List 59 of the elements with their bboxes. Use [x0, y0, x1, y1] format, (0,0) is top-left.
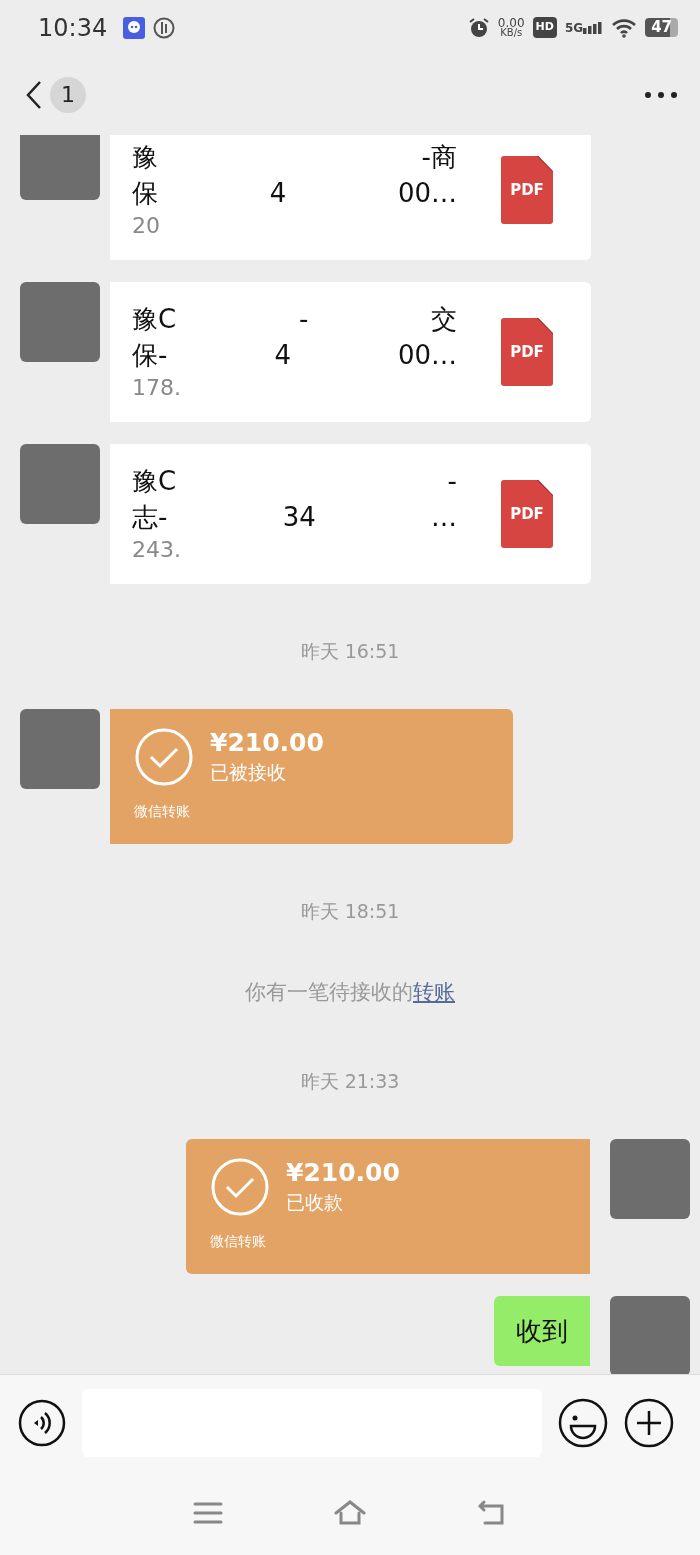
file-size: 178.	[132, 374, 182, 402]
file-name-fragment: -商	[421, 141, 457, 174]
file-name-fragment: 豫	[132, 141, 158, 174]
file-name-fragment: -	[447, 465, 457, 498]
check-circle-icon	[210, 1157, 270, 1217]
battery-level: 47	[645, 18, 678, 37]
file-name-fragment: 志-	[132, 501, 168, 534]
back-button[interactable]	[26, 80, 42, 110]
file-name-fragment: 保	[132, 177, 158, 210]
system-notice: 你有一笔待接收的转账	[245, 980, 455, 1004]
status-time: 10:34	[38, 12, 108, 44]
timestamp: 昨天 16:51	[300, 640, 400, 662]
file-size: 20	[132, 212, 161, 240]
file-name-fragment: 保-	[132, 339, 168, 372]
wifi-icon	[611, 17, 638, 38]
timestamp: 昨天 18:51	[300, 900, 400, 922]
transfer-label: 微信转账	[210, 1232, 267, 1251]
net-speed: 0.00	[497, 17, 525, 28]
file-name-fragment: 交	[431, 303, 457, 336]
file-name-fragment: 豫C	[132, 465, 177, 498]
app-icon	[153, 16, 176, 39]
transfer-link[interactable]: 转账	[413, 980, 455, 1004]
network-type: 5G	[564, 21, 584, 34]
file-name-fragment: 34	[282, 501, 316, 534]
file-name-fragment: 00…	[397, 339, 457, 372]
file-size: 243.	[132, 536, 182, 564]
app-icon	[123, 16, 146, 39]
more-button[interactable]	[644, 91, 678, 99]
file-name-fragment: 4	[269, 177, 287, 210]
emoji-button[interactable]	[558, 1397, 608, 1448]
pdf-file-icon: PDF	[501, 480, 553, 548]
more-icon	[644, 91, 678, 99]
file-name-fragment: 00…	[397, 177, 457, 210]
file-message[interactable]: 豫C - 交 保- 4 00… 178. PDF	[110, 282, 591, 422]
plus-button[interactable]	[624, 1397, 674, 1448]
voice-button[interactable]	[18, 1398, 66, 1447]
home-button[interactable]	[334, 1498, 366, 1527]
file-name-fragment: 豫C	[132, 303, 177, 336]
check-circle-icon	[134, 727, 194, 787]
file-message[interactable]: 豫C - 志- 34 … 243. PDF	[110, 444, 591, 584]
signal-icon	[583, 21, 604, 34]
net-unit: KB/s	[500, 27, 523, 38]
file-name-fragment: …	[431, 501, 457, 534]
file-name-fragment: -	[298, 303, 309, 336]
hd-badge: HD	[532, 17, 557, 38]
text-message[interactable]: 收到	[494, 1296, 590, 1366]
transfer-amount: ¥210.00	[286, 1158, 400, 1188]
pdf-file-icon: PDF	[501, 156, 553, 224]
transfer-amount: ¥210.00	[210, 728, 324, 758]
back-icon	[26, 80, 42, 110]
file-message[interactable]: 豫 -商 保 4 00… 20 PDF	[110, 135, 591, 260]
pdf-file-icon: PDF	[501, 318, 553, 386]
unread-count: 1	[50, 77, 86, 113]
transfer-status: 已收款	[286, 1190, 344, 1215]
transfer-label: 微信转账	[134, 802, 191, 821]
alarm-icon	[467, 16, 490, 39]
file-name-fragment: 4	[274, 339, 291, 372]
transfer-status: 已被接收	[210, 760, 287, 785]
timestamp: 昨天 21:33	[300, 1070, 400, 1092]
